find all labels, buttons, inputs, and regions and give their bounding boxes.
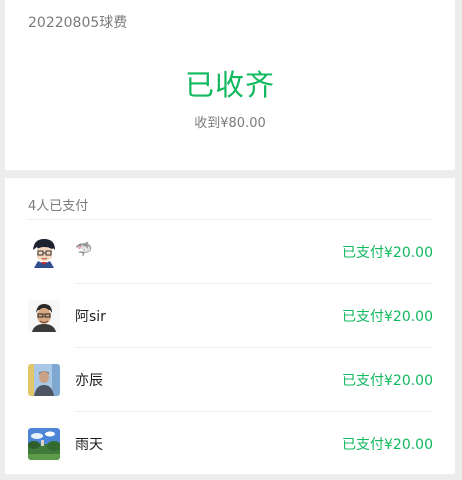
payer-amount: 已支付¥20.00 xyxy=(342,245,433,261)
received-amount: 收到¥80.00 xyxy=(194,116,266,131)
cartoon-avatar xyxy=(28,236,60,268)
payer-name: 雨天 xyxy=(75,437,103,453)
photo-avatar xyxy=(28,364,60,396)
payers-card: 4人已支付 🦈 已支付¥20.00 阿sir 已支付¥20.00 亦辰 已支付¥… xyxy=(5,178,455,474)
payer-amount: 已支付¥20.00 xyxy=(342,373,433,389)
payer-list: 🦈 已支付¥20.00 阿sir 已支付¥20.00 亦辰 已支付¥20.00 … xyxy=(5,220,455,476)
collection-title: 20220805球费 xyxy=(28,15,128,31)
landscape-avatar xyxy=(28,428,60,460)
collection-status: 已收齐 xyxy=(184,68,275,102)
payer-name: 🦈 xyxy=(75,242,93,258)
payer-row[interactable]: 雨天 已支付¥20.00 xyxy=(5,412,455,476)
payer-amount: 已支付¥20.00 xyxy=(342,309,433,325)
payer-row[interactable]: 亦辰 已支付¥20.00 xyxy=(5,348,455,412)
portrait-avatar xyxy=(28,300,60,332)
collection-summary-card: 20220805球费 已收齐 收到¥80.00 xyxy=(5,0,455,170)
payer-amount: 已支付¥20.00 xyxy=(342,437,433,453)
paid-count: 4人已支付 xyxy=(28,199,89,214)
payer-name: 亦辰 xyxy=(75,373,103,389)
payer-name: 阿sir xyxy=(75,309,106,325)
payer-row[interactable]: 🦈 已支付¥20.00 xyxy=(5,220,455,284)
payer-row[interactable]: 阿sir 已支付¥20.00 xyxy=(5,284,455,348)
